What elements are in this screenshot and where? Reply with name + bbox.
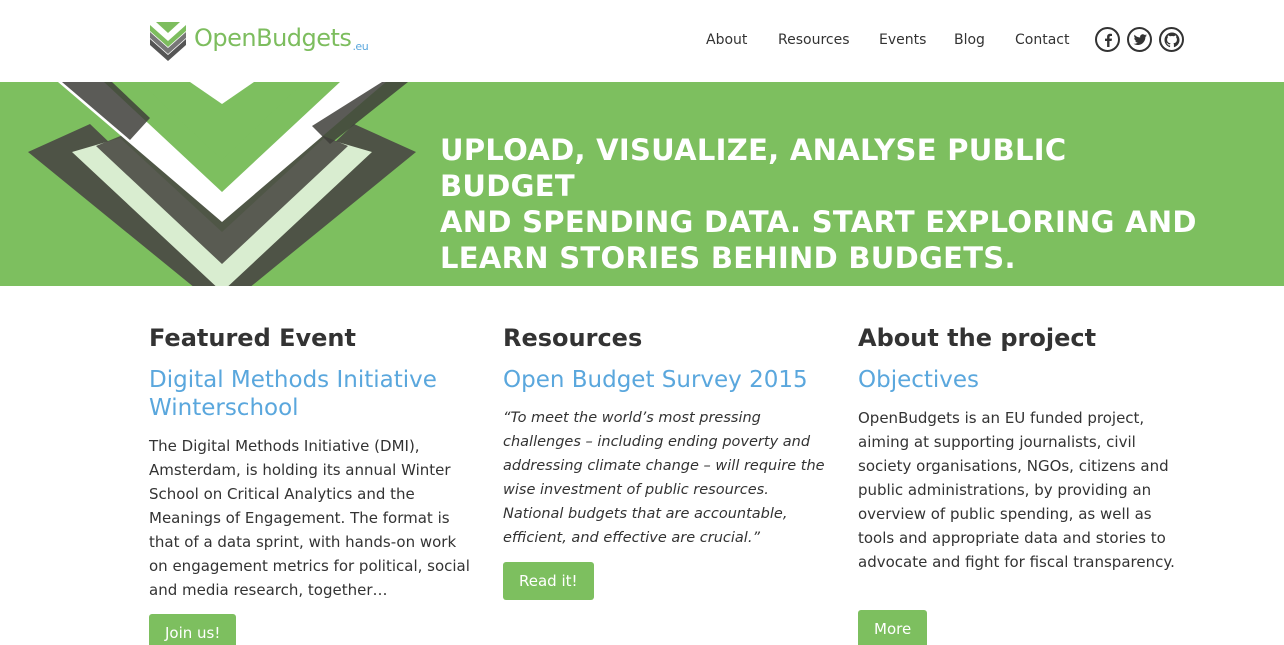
featured-event-body: The Digital Methods Initiative (DMI), Am… <box>149 437 470 599</box>
nav-events[interactable]: Events <box>879 32 926 48</box>
about-project-body: OpenBudgets is an EU funded project, aim… <box>858 409 1175 571</box>
about-project-heading: About the project <box>858 324 1097 352</box>
nav-blog[interactable]: Blog <box>954 32 985 48</box>
site-logo[interactable]: OpenBudgets.eu <box>148 18 369 62</box>
objectives-title[interactable]: Objectives <box>858 366 1188 394</box>
featured-event-title[interactable]: Digital Methods Initiative Winterschool <box>149 366 479 422</box>
nav-resources[interactable]: Resources <box>778 32 850 48</box>
hero-tagline: UPLOAD, VISUALIZE, ANALYSE PUBLIC BUDGET… <box>440 132 1200 276</box>
resources-section: Resources Open Budget Survey 2015 “To me… <box>503 322 833 600</box>
resources-quote: “To meet the world’s most pressing chall… <box>503 410 825 546</box>
hero-banner: UPLOAD, VISUALIZE, ANALYSE PUBLIC BUDGET… <box>0 82 1284 286</box>
logo-wordmark: OpenBudgets.eu <box>194 24 369 53</box>
more-button[interactable]: More <box>858 610 928 645</box>
logo-suffix: .eu <box>352 40 369 53</box>
hero-tagline-line1: UPLOAD, VISUALIZE, ANALYSE PUBLIC BUDGET <box>440 133 1067 203</box>
featured-event-section: Featured Event Digital Methods Initiativ… <box>149 322 479 645</box>
github-icon[interactable] <box>1159 27 1184 52</box>
nav-contact[interactable]: Contact <box>1015 32 1069 48</box>
resources-title[interactable]: Open Budget Survey 2015 <box>503 366 833 394</box>
about-project-section: About the project Objectives OpenBudgets… <box>858 322 1188 645</box>
twitter-icon[interactable] <box>1127 27 1152 52</box>
nav-about[interactable]: About <box>706 32 747 48</box>
hero-tagline-line2: AND SPENDING DATA. START EXPLORING AND <box>440 205 1197 239</box>
logo-icon <box>150 22 186 61</box>
join-us-button[interactable]: Join us! <box>149 614 237 645</box>
resources-heading: Resources <box>503 324 643 352</box>
site-header: OpenBudgets.eu About Resources Events Bl… <box>0 0 1284 82</box>
hero-chevron-graphic <box>28 82 416 286</box>
facebook-icon[interactable] <box>1095 27 1120 52</box>
social-links <box>1095 27 1184 52</box>
hero-tagline-line3: LEARN STORIES BEHIND BUDGETS. <box>440 241 1016 275</box>
read-it-button[interactable]: Read it! <box>503 562 594 600</box>
featured-event-heading: Featured Event <box>149 324 356 352</box>
